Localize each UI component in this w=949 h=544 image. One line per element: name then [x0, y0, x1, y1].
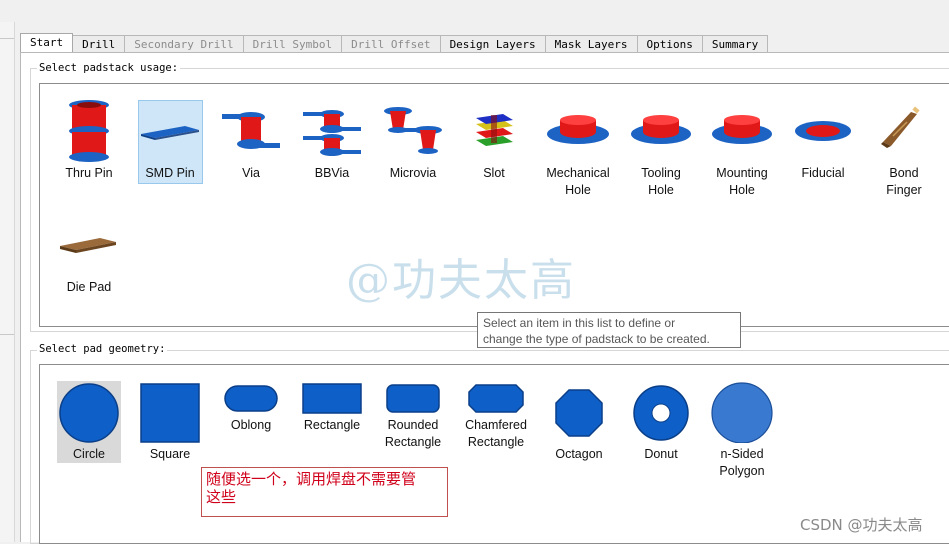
usage-item-label: Via [242, 166, 260, 180]
geometry-item-label-line2: Rectangle [467, 435, 525, 449]
geometry-item-label: Octagon [555, 447, 603, 461]
usage-item-tooling-hole[interactable]: Tooling Hole [628, 98, 694, 202]
via-icon [222, 112, 280, 149]
usage-item-microvia[interactable]: Microvia [382, 98, 444, 188]
usage-item-label: Tooling [641, 166, 681, 180]
square-shape-icon [140, 383, 200, 443]
smd-pin-icon [141, 126, 199, 140]
geometry-item-square[interactable]: Square [139, 381, 201, 463]
usage-item-label: BBVia [314, 166, 350, 180]
die-pad-icon [60, 238, 116, 253]
usage-item-label: Slot [483, 166, 505, 180]
tab-design-layers[interactable]: Design Layers [439, 35, 546, 52]
octagon-shape-icon [555, 389, 603, 437]
geometry-item-label: Donut [644, 447, 678, 461]
geometry-item-label-line2: Rectangle [384, 435, 442, 449]
usage-item-thru-pin[interactable]: Thru Pin [58, 98, 120, 188]
usage-item-label: SMD Pin [145, 166, 195, 180]
n-sided-polygon-shape-icon [711, 382, 773, 443]
tab-drill[interactable]: Drill [72, 35, 126, 52]
title-strip [0, 0, 949, 22]
rectangle-shape-icon [302, 383, 362, 414]
tooltip-line-2: change the type of padstack to be create… [483, 332, 710, 346]
watermark-text: @功夫太高 [346, 255, 576, 306]
donut-shape-icon [633, 385, 689, 441]
slot-icon [476, 114, 513, 146]
annotation-note: 随便选一个，调用焊盘不需要管 这些 [201, 467, 448, 517]
bond-finger-icon [881, 106, 920, 148]
geometry-item-label: Rectangle [303, 418, 361, 432]
tooltip-line-1: Select an item in this list to define or [483, 316, 676, 330]
geometry-item-donut[interactable]: Donut [630, 381, 692, 463]
usage-item-label-line2: Hole [565, 183, 591, 197]
geometry-item-n-sided-polygon[interactable]: n-Sided Polygon [709, 381, 775, 481]
geometry-item-chamfered-rectangle[interactable]: Chamfered Rectangle [463, 381, 529, 463]
tab-drill-offset[interactable]: Drill Offset [341, 35, 441, 52]
geometry-item-label: Rounded [387, 418, 439, 432]
geometry-item-label: Circle [73, 447, 105, 461]
usage-group-label: Select padstack usage: [37, 62, 181, 74]
thru-pin-icon [69, 100, 109, 162]
tab-secondary-drill[interactable]: Secondary Drill [124, 35, 244, 52]
usage-item-label-line2: Finger [886, 183, 922, 197]
fiducial-icon [795, 121, 851, 141]
geometry-item-label: Oblong [230, 418, 272, 432]
usage-item-bbvia[interactable]: BBVia [301, 98, 363, 188]
usage-tooltip: Select an item in this list to define or… [477, 312, 741, 348]
geometry-item-oblong[interactable]: Oblong [220, 381, 282, 463]
tab-summary[interactable]: Summary [701, 35, 769, 52]
geometry-group-label: Select pad geometry: [37, 343, 168, 355]
mounting-hole-icon [712, 115, 772, 144]
geometry-item-label: Chamfered [465, 418, 527, 432]
usage-item-die-pad[interactable]: Die Pad [58, 228, 120, 300]
usage-item-mechanical-hole[interactable]: Mechanical Hole [544, 98, 612, 202]
tab-drill-symbol[interactable]: Drill Symbol [242, 35, 343, 52]
tab-bar: Start Drill Secondary Drill Drill Symbol… [20, 33, 769, 52]
usage-item-fiducial[interactable]: Fiducial [792, 98, 854, 188]
usage-item-via[interactable]: Via [220, 98, 282, 188]
mechanical-hole-icon [547, 115, 609, 144]
geometry-item-rounded-rectangle[interactable]: Rounded Rectangle [382, 381, 444, 463]
oblong-shape-icon [224, 385, 278, 412]
tab-options[interactable]: Options [636, 35, 703, 52]
geometry-item-rectangle[interactable]: Rectangle [301, 381, 363, 463]
usage-item-label: Thru Pin [65, 166, 113, 180]
rounded-rectangle-shape-icon [386, 384, 440, 413]
chamfered-rectangle-shape-icon [468, 384, 524, 413]
usage-item-label-line2: Hole [729, 183, 755, 197]
tab-start[interactable]: Start [20, 33, 74, 52]
annotation-line-2: 这些 [206, 488, 237, 506]
left-dock-pane [0, 22, 15, 542]
usage-item-slot[interactable]: Slot [463, 98, 525, 188]
microvia-icon [384, 107, 442, 154]
usage-item-label: Mounting [716, 166, 768, 180]
geometry-item-circle[interactable]: Circle [58, 381, 120, 463]
geometry-item-label: n-Sided [720, 447, 764, 461]
usage-item-label: Die Pad [66, 280, 112, 294]
csdn-credit: CSDN @功夫太高 [800, 516, 923, 534]
usage-item-label: Fiducial [801, 166, 845, 180]
geometry-item-label-line2: Polygon [719, 464, 765, 478]
usage-item-label-line2: Hole [648, 183, 674, 197]
usage-item-smd-pin[interactable]: SMD Pin [139, 98, 201, 188]
tab-mask-layers[interactable]: Mask Layers [544, 35, 638, 52]
geometry-item-octagon[interactable]: Octagon [548, 381, 610, 463]
usage-item-bond-finger[interactable]: Bond Finger [873, 98, 935, 202]
usage-item-label: Microvia [389, 166, 437, 180]
geometry-item-label: Square [149, 447, 191, 461]
usage-item-label: Mechanical [546, 166, 610, 180]
circle-shape-icon [59, 383, 119, 443]
tooling-hole-icon [631, 115, 691, 144]
bbvia-icon [303, 110, 361, 156]
annotation-line-1: 随便选一个，调用焊盘不需要管 [206, 470, 417, 488]
usage-item-mounting-hole[interactable]: Mounting Hole [709, 98, 775, 202]
usage-item-label: Bond [889, 166, 919, 180]
